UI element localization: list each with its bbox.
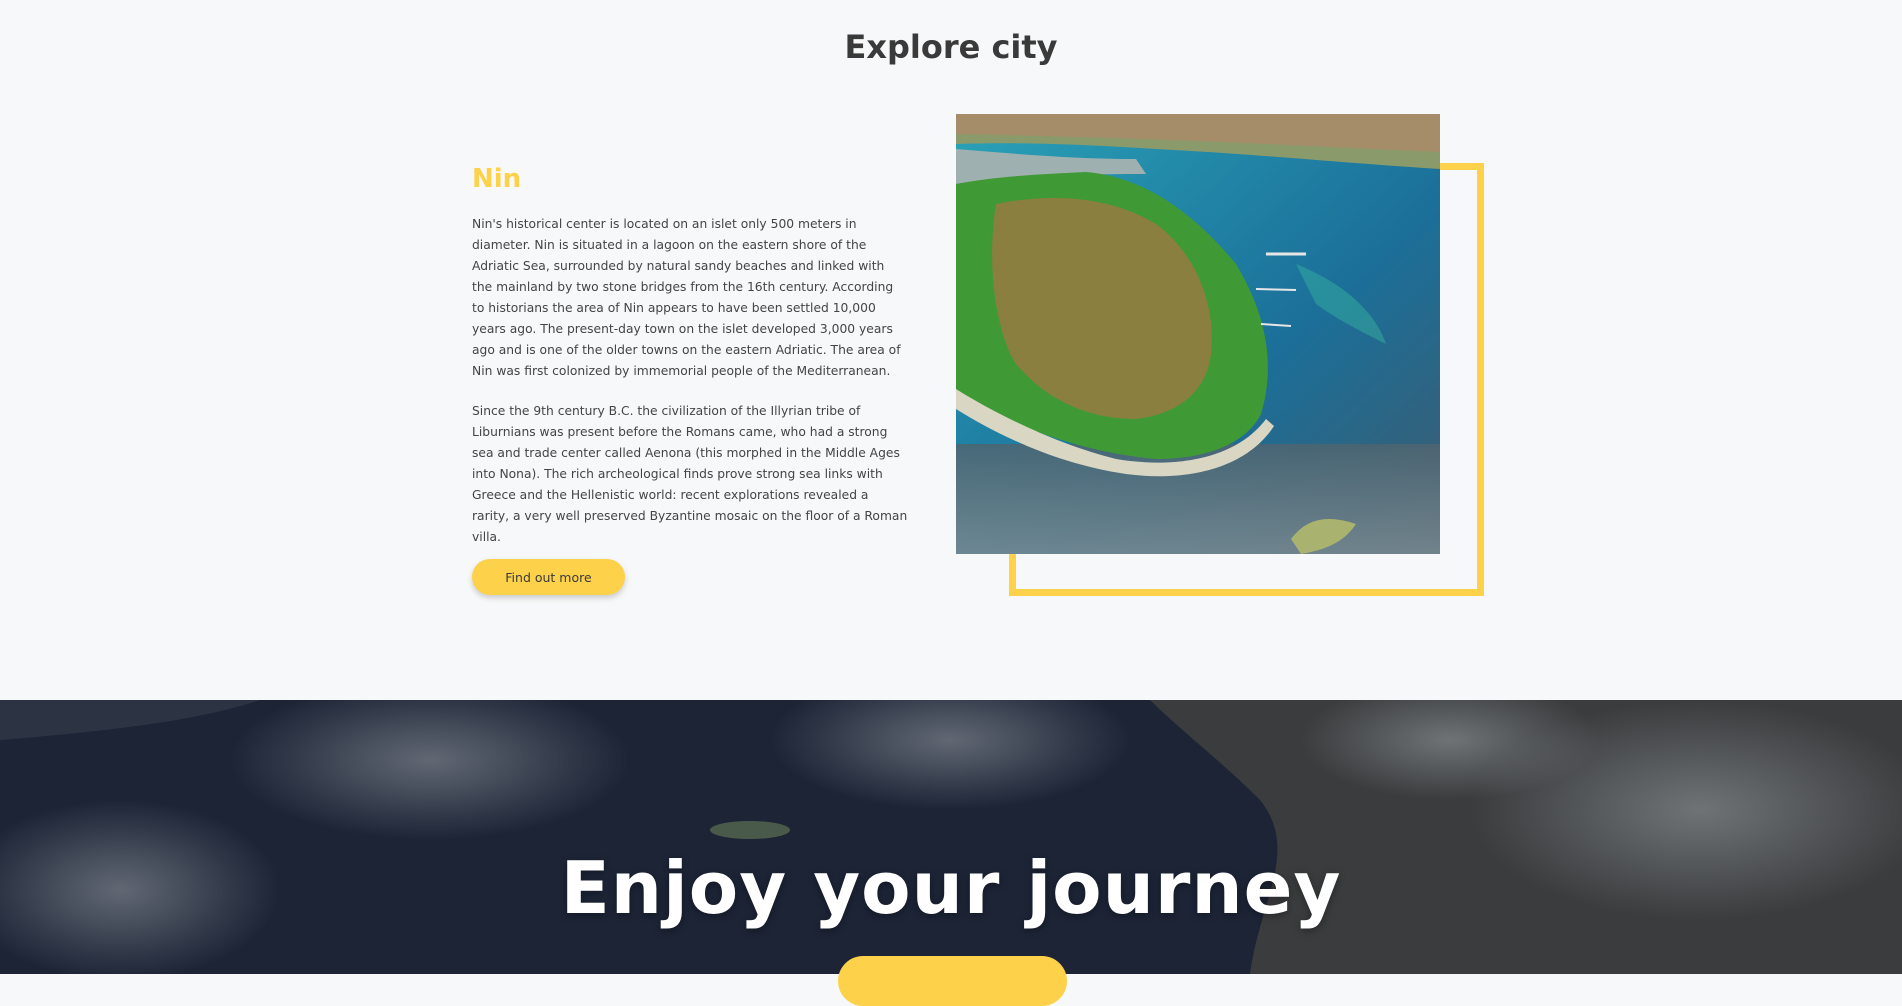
section-title: Explore city — [844, 28, 1058, 66]
hero-cta-button[interactable] — [838, 956, 1067, 1006]
city-description-2: Since the 9th century B.C. the civilizat… — [472, 404, 908, 544]
city-description-1: Nin's historical center is located on an… — [472, 217, 901, 378]
city-aerial-photo — [956, 114, 1440, 554]
find-out-more-button[interactable]: Find out more — [472, 559, 625, 595]
hero-title: Enjoy your journey — [560, 846, 1342, 930]
city-name: Nin — [472, 164, 522, 194]
hero-banner — [0, 700, 1902, 974]
